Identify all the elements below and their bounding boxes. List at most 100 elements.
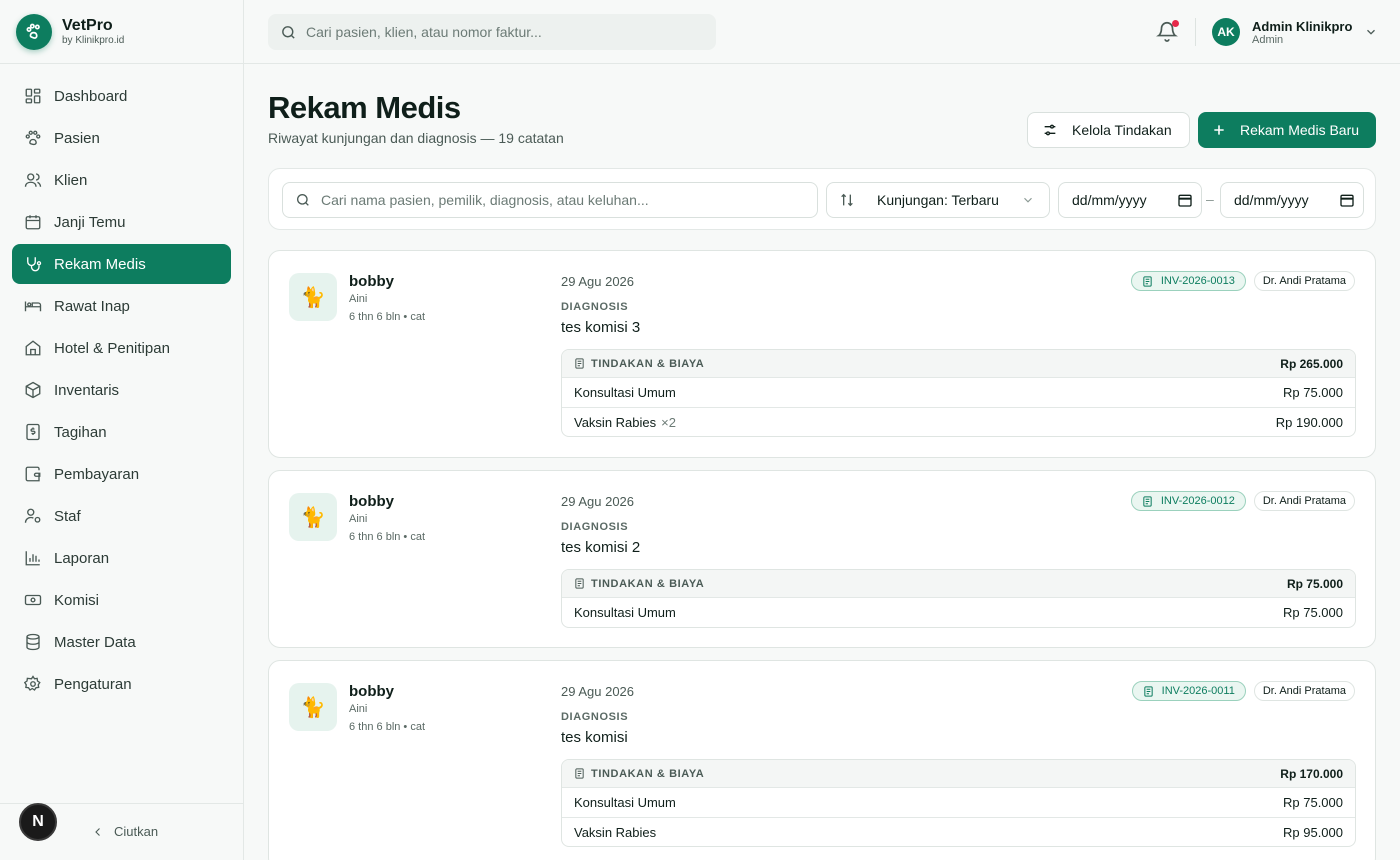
users-icon [24, 173, 42, 187]
notification-button[interactable] [1156, 20, 1180, 44]
n-badge[interactable]: N [19, 803, 57, 841]
notification-dot [1172, 20, 1179, 27]
visit-date: 29 Agu 2026 [561, 684, 635, 699]
manage-treatments-button[interactable]: Kelola Tindakan [1027, 112, 1190, 148]
calendar-icon [1340, 194, 1354, 207]
receipt-icon [1143, 495, 1152, 507]
sidebar-item-pembayaran[interactable]: Pembayaran [12, 454, 231, 494]
sidebar-nav: Dashboard Pasien Klien Janji Temu Rekam … [0, 64, 243, 704]
treatment-price: Rp 190.000 [1275, 414, 1343, 430]
receipt-icon [1143, 275, 1152, 287]
sidebar-item-label: Pengaturan [54, 675, 132, 693]
pet-meta: 6 thn 6 bln • cat [349, 531, 426, 543]
page-title: Rekam Medis [268, 90, 461, 125]
record-search[interactable] [282, 182, 818, 218]
invoice-number: INV-2026-0012 [1160, 495, 1235, 507]
record-card[interactable]: 🐈 bobby Aini 6 thn 6 bln • cat 29 Agu 20… [268, 470, 1376, 648]
sidebar-item-rekam-medis[interactable]: Rekam Medis [12, 244, 231, 284]
treatment-table: TINDAKAN & BIAYA Rp 265.000 Konsultasi U… [561, 349, 1356, 437]
pet-owner: Aini [349, 703, 368, 715]
plus-icon [1214, 125, 1224, 135]
brand[interactable]: VetPro by Klinikpro.id [0, 0, 243, 64]
sidebar-item-master-data[interactable]: Master Data [12, 622, 231, 662]
sidebar-item-label: Master Data [54, 633, 136, 651]
invoice-badge[interactable]: INV-2026-0012 [1130, 491, 1246, 511]
filter-bar: Kunjungan: Terbaru dd/mm/yyyy – dd/mm/yy… [268, 168, 1376, 230]
invoice-number: INV-2026-0013 [1160, 275, 1235, 287]
pet-name: bobby [349, 273, 394, 290]
manage-treatments-label: Kelola Tindakan [1072, 122, 1172, 138]
user-role: Admin [1252, 33, 1284, 46]
divider [1195, 18, 1196, 46]
topbar: AK Admin Klinikpro Admin [244, 0, 1400, 64]
sidebar-item-label: Inventaris [54, 381, 120, 399]
table-row: Vaksin Rabies Rp 95.000 [562, 817, 1355, 846]
treatment-price: Rp 95.000 [1283, 824, 1343, 840]
sidebar-item-janji-temu[interactable]: Janji Temu [12, 202, 231, 242]
table-row: Konsultasi Umum Rp 75.000 [562, 378, 1355, 407]
new-record-button[interactable]: Rekam Medis Baru [1198, 112, 1376, 148]
table-row: Konsultasi Umum Rp 75.000 [562, 598, 1355, 627]
date-to-value: dd/mm/yyyy [1234, 192, 1309, 208]
pet-name: bobby [349, 683, 394, 700]
date-separator: – [1206, 191, 1214, 207]
sidebar-item-klien[interactable]: Klien [12, 160, 231, 200]
sidebar-item-dashboard[interactable]: Dashboard [12, 76, 231, 116]
sidebar-item-label: Rawat Inap [54, 297, 130, 315]
chevron-left-icon [95, 827, 100, 836]
search-icon [297, 194, 309, 206]
record-search-input[interactable] [321, 192, 811, 208]
diagnosis-label: DIAGNOSIS [561, 521, 629, 533]
diagnosis-text: tes komisi 2 [561, 539, 641, 556]
pet-name: bobby [349, 493, 394, 510]
cat-icon: 🐈 [289, 683, 337, 731]
sidebar-item-staf[interactable]: Staf [12, 496, 231, 536]
treatment-header: TINDAKAN & BIAYA Rp 265.000 [562, 350, 1355, 378]
user-name: Admin Klinikpro [1252, 18, 1353, 34]
wallet-icon [25, 466, 41, 482]
visit-date: 29 Agu 2026 [561, 494, 635, 509]
collapse-label: Ciutkan [114, 824, 159, 839]
treatment-name: Vaksin Rabies [574, 824, 657, 840]
sidebar-item-laporan[interactable]: Laporan [12, 538, 231, 578]
page-subtitle: Riwayat kunjungan dan diagnosis — 19 cat… [268, 130, 564, 146]
collapse-button[interactable]: Ciutkan [92, 824, 158, 839]
diagnosis-text: tes komisi 3 [561, 319, 641, 336]
sidebar-item-inventaris[interactable]: Inventaris [12, 370, 231, 410]
sidebar-item-label: Staf [54, 507, 81, 525]
record-card[interactable]: 🐈 bobby Aini 6 thn 6 bln • cat 29 Agu 20… [268, 660, 1376, 860]
receipt-icon [1143, 685, 1153, 697]
chevron-down-icon [1367, 29, 1376, 35]
invoice-badge[interactable]: INV-2026-0011 [1131, 681, 1246, 701]
table-row: Konsultasi Umum Rp 75.000 [562, 788, 1355, 817]
global-search[interactable] [268, 14, 716, 50]
sidebar-item-tagihan[interactable]: Tagihan [12, 412, 231, 452]
invoice-badge[interactable]: INV-2026-0013 [1130, 271, 1246, 291]
sidebar-item-komisi[interactable]: Komisi [12, 580, 231, 620]
paw-logo-icon [16, 13, 52, 50]
record-card[interactable]: 🐈 bobby Aini 6 thn 6 bln • cat 29 Agu 20… [268, 250, 1376, 458]
sidebar-item-label: Tagihan [54, 423, 107, 441]
sidebar-item-pengaturan[interactable]: Pengaturan [12, 664, 231, 704]
date-from-input[interactable]: dd/mm/yyyy [1058, 182, 1202, 218]
sidebar-item-pasien[interactable]: Pasien [12, 118, 231, 158]
sidebar-item-label: Komisi [54, 591, 100, 609]
treatment-label: TINDAKAN & BIAYA [591, 357, 705, 370]
brand-subtitle: by Klinikpro.id [62, 35, 125, 46]
sidebar-item-hotel[interactable]: Hotel & Penitipan [12, 328, 231, 368]
sidebar-item-rawat-inap[interactable]: Rawat Inap [12, 286, 231, 326]
sort-select[interactable]: Kunjungan: Terbaru [826, 182, 1050, 218]
treatment-header: TINDAKAN & BIAYA Rp 170.000 [562, 760, 1355, 788]
user-menu[interactable]: AK Admin Klinikpro Admin [1212, 18, 1378, 46]
gear-icon [24, 675, 41, 691]
cat-icon: 🐈 [289, 273, 337, 321]
treatment-name: Konsultasi Umum [574, 795, 676, 810]
visit-date: 29 Agu 2026 [561, 274, 635, 289]
calendar-icon [25, 215, 41, 230]
sort-label: Kunjungan: Terbaru [877, 192, 999, 208]
global-search-input[interactable] [306, 24, 696, 40]
stethoscope-icon [27, 257, 42, 272]
date-to-input[interactable]: dd/mm/yyyy [1220, 182, 1364, 218]
invoice-number: INV-2026-0011 [1161, 685, 1235, 697]
sidebar-item-label: Hotel & Penitipan [54, 339, 170, 357]
